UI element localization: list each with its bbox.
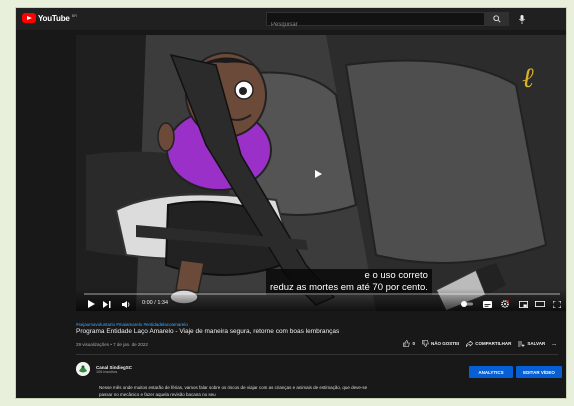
fullscreen-icon bbox=[553, 300, 561, 308]
miniplayer-icon bbox=[518, 300, 528, 308]
save-label: SALVAR bbox=[527, 341, 546, 346]
next-button[interactable] bbox=[102, 299, 112, 309]
region-code: BR bbox=[71, 13, 78, 18]
youtube-logo[interactable]: YouTube BR bbox=[22, 13, 77, 23]
share-button[interactable]: COMPARTILHAR bbox=[466, 340, 512, 347]
video-meta: 29 visualizações • 7 de jan. de 2022 bbox=[76, 342, 148, 347]
more-actions-button[interactable]: ... bbox=[552, 341, 556, 346]
video-description: Nesse mês onde muitos estarão de férias,… bbox=[99, 385, 368, 397]
search-input[interactable] bbox=[267, 19, 484, 31]
time-display: 0:00 / 1:34 bbox=[142, 300, 169, 306]
like-count: 0 bbox=[412, 341, 415, 346]
volume-button[interactable] bbox=[120, 299, 132, 309]
save-button[interactable]: SALVAR bbox=[518, 341, 545, 347]
video-actions: 0 NÃO GOSTEI COMPARTILHAR SALVAR ... bbox=[403, 340, 556, 347]
time-total: 1:34 bbox=[157, 300, 169, 306]
center-play-button[interactable] bbox=[309, 166, 327, 182]
player-controls: 0:00 / 1:34 bbox=[76, 289, 566, 311]
thumbs-down-icon bbox=[422, 340, 429, 347]
share-icon bbox=[466, 340, 474, 347]
theater-mode-button[interactable] bbox=[535, 299, 545, 309]
play-icon bbox=[87, 300, 95, 308]
time-current: 0:00 bbox=[142, 300, 153, 306]
play-button[interactable] bbox=[86, 299, 96, 309]
like-button[interactable]: 0 bbox=[403, 340, 415, 347]
search-box[interactable] bbox=[266, 12, 485, 31]
search-button[interactable] bbox=[485, 12, 509, 26]
subtitles-button[interactable] bbox=[482, 299, 492, 309]
edit-video-button[interactable]: EDITAR VÍDEO bbox=[516, 366, 562, 378]
avatar-image bbox=[76, 362, 90, 376]
subscriber-count: 106 inscritos bbox=[96, 369, 118, 374]
channel-info: Canal SindiegSC 106 inscritos bbox=[76, 362, 132, 376]
channel-name[interactable]: Canal SindiegSC bbox=[96, 365, 132, 370]
autoplay-toggle-icon bbox=[461, 301, 473, 307]
microphone-icon bbox=[519, 14, 525, 24]
subtitles-icon bbox=[482, 300, 492, 308]
video-player[interactable]: ℓ e o uso correto reduz as mortes em até… bbox=[76, 35, 566, 311]
divider bbox=[76, 354, 558, 355]
play-icon bbox=[315, 170, 322, 178]
share-label: COMPARTILHAR bbox=[475, 341, 512, 346]
fullscreen-button[interactable] bbox=[552, 299, 562, 309]
next-icon bbox=[103, 300, 111, 308]
analytics-button[interactable]: ANALYTICS bbox=[469, 366, 513, 378]
app-window: YouTube BR Pesquisar ℓ e o uso correto r… bbox=[15, 7, 567, 399]
video-title: Programa Entidade Laço Amarelo - Viaje d… bbox=[76, 328, 340, 335]
video-hashtags[interactable]: #sejaumavoluntario #maiamarelo #entidade… bbox=[76, 322, 188, 327]
playlist-add-icon bbox=[518, 341, 525, 347]
thumbs-up-icon bbox=[403, 340, 411, 347]
dislike-label: NÃO GOSTEI bbox=[430, 341, 460, 346]
caption-line-1: e o uso correto bbox=[364, 270, 428, 281]
autoplay-toggle[interactable] bbox=[460, 299, 474, 309]
masthead: YouTube BR bbox=[16, 8, 566, 31]
gear-icon bbox=[501, 300, 509, 308]
settings-button[interactable] bbox=[500, 299, 510, 309]
miniplayer-button[interactable] bbox=[518, 299, 528, 309]
dislike-button[interactable]: NÃO GOSTEI bbox=[422, 340, 459, 347]
voice-search-button[interactable] bbox=[516, 13, 528, 25]
logo-text: YouTube bbox=[38, 13, 70, 23]
progress-bar[interactable] bbox=[84, 293, 560, 295]
play-logo-icon bbox=[22, 13, 36, 23]
channel-avatar[interactable] bbox=[76, 362, 90, 376]
theater-icon bbox=[535, 301, 545, 307]
more-icon: ... bbox=[552, 341, 556, 346]
volume-icon bbox=[121, 300, 129, 308]
laco-amarelo-logo: ℓ bbox=[522, 61, 534, 94]
search-icon bbox=[493, 15, 501, 23]
